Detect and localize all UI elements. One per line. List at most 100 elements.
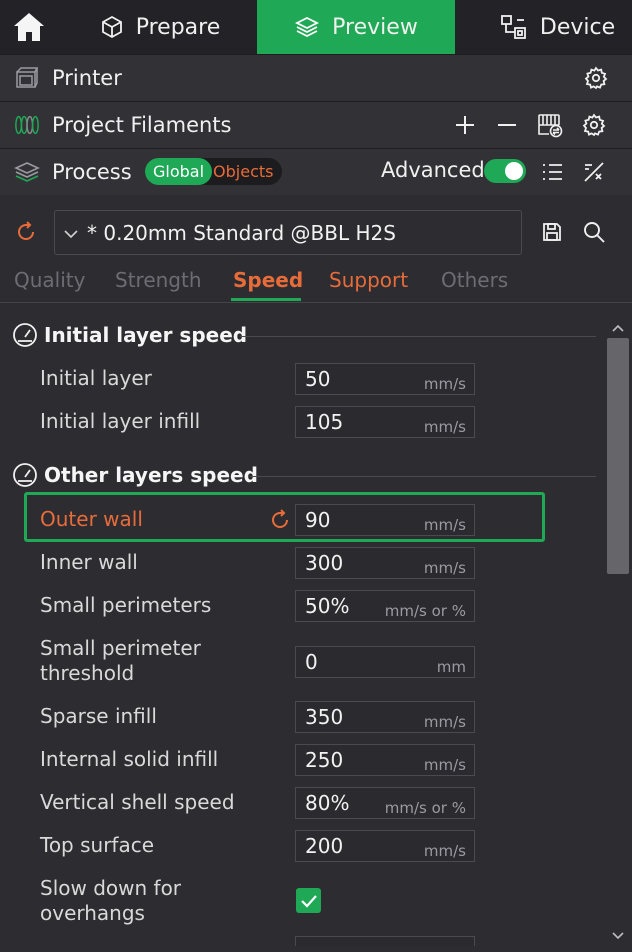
field-value: 300 (305, 551, 344, 575)
field-value: 250 (305, 748, 344, 772)
field-value: 50% (305, 594, 350, 618)
tab-quality[interactable]: Quality (14, 268, 85, 292)
initial-layer-speed-field[interactable]: 50 mm/s (295, 363, 475, 395)
filament-spool-icon (14, 114, 40, 136)
advanced-label: Advanced (381, 158, 485, 182)
field-unit: mm (436, 657, 466, 676)
add-filament-plus-icon[interactable] (449, 109, 481, 141)
row-label-initial-layer: Initial layer (40, 366, 152, 390)
small-perimeter-threshold-field[interactable]: 0 mm (295, 646, 475, 678)
vertical-shell-speed-field[interactable]: 80% mm/s or % (295, 787, 475, 819)
preset-name: * 0.20mm Standard @BBL H2S (87, 220, 396, 245)
preset-dropdown[interactable]: * 0.20mm Standard @BBL H2S (54, 210, 522, 255)
field-value: 90 (305, 508, 331, 532)
field-unit: mm/s (423, 558, 466, 577)
tab-speed[interactable]: Speed (233, 268, 303, 292)
row-label-slow-down-for-overhangs: Slow down for overhangs (40, 876, 181, 926)
label-line: Slow down for (40, 876, 182, 900)
speedometer-icon (12, 322, 38, 348)
outer-wall-speed-field[interactable]: 90 mm/s (295, 504, 475, 536)
filament-settings-gear-icon[interactable] (578, 109, 610, 141)
printer-settings-gear-icon[interactable] (580, 62, 612, 94)
device-icon (500, 14, 528, 40)
next-field-partial[interactable] (295, 936, 475, 946)
active-tab-underline (231, 298, 301, 301)
row-label-internal-solid-infill: Internal solid infill (40, 747, 219, 771)
search-icon[interactable] (578, 216, 610, 248)
tab-preview-label: Preview (332, 14, 418, 40)
row-label-vertical-shell-speed: Vertical shell speed (40, 790, 235, 814)
field-unit: mm/s (423, 374, 466, 393)
section-other-layers-speed: Other layers speed (12, 462, 258, 488)
row-label-top-surface: Top surface (40, 833, 155, 857)
field-value: 80% (305, 791, 350, 815)
tabs-divider (0, 302, 632, 303)
scope-objects-button[interactable]: Objects (212, 158, 281, 185)
process-layers-icon (14, 161, 40, 183)
top-surface-speed-field[interactable]: 200 mm/s (295, 830, 475, 862)
process-scope-switch: Global Objects (145, 158, 282, 185)
row-label-inner-wall: Inner wall (40, 550, 138, 574)
label-line: threshold (40, 661, 135, 685)
settings-tabs: Quality Strength Speed Support Others (0, 268, 632, 304)
top-navigation: Prepare Preview Device (0, 0, 632, 54)
save-preset-icon[interactable] (536, 216, 568, 248)
row-label-outer-wall: Outer wall (40, 507, 143, 531)
tab-prepare-label: Prepare (135, 14, 221, 40)
section-initial-layer-speed: Initial layer speed (12, 322, 247, 348)
small-perimeters-speed-field[interactable]: 50% mm/s or % (295, 590, 475, 622)
field-value: 50 (305, 367, 331, 391)
scroll-down-chevron-icon[interactable] (602, 920, 632, 952)
remove-filament-minus-icon[interactable] (491, 109, 523, 141)
section-rule (250, 476, 596, 477)
printer-icon (14, 67, 40, 89)
toggle-knob (505, 162, 523, 180)
home-icon[interactable] (12, 11, 46, 43)
row-label-small-perimeters: Small perimeters (40, 593, 212, 617)
layers-icon (294, 15, 320, 39)
tab-strength[interactable]: Strength (115, 268, 202, 292)
field-unit: mm/s or % (384, 798, 466, 817)
row-label-small-perimeter-threshold: Small perimeter threshold (40, 636, 201, 686)
printer-bar: Printer (0, 54, 632, 101)
field-value: 350 (305, 705, 344, 729)
tab-others[interactable]: Others (441, 268, 508, 292)
field-value: 105 (305, 410, 344, 434)
checkmark-icon (300, 894, 317, 908)
scope-global-button[interactable]: Global (145, 158, 213, 185)
filament-sync-icon[interactable] (534, 109, 566, 141)
slow-down-overhangs-checkbox[interactable] (296, 888, 321, 913)
cube-icon (100, 15, 124, 39)
section-rule (240, 336, 596, 337)
tab-prepare[interactable]: Prepare (90, 0, 230, 54)
section-title: Initial layer speed (44, 323, 248, 347)
field-unit: mm/s or % (384, 601, 466, 620)
tab-preview[interactable]: Preview (257, 0, 455, 54)
tab-device-label: Device (539, 14, 616, 40)
project-filaments-label: Project Filaments (52, 113, 232, 137)
field-unit: mm/s (423, 515, 466, 534)
initial-layer-infill-speed-field[interactable]: 105 mm/s (295, 406, 475, 438)
advanced-toggle[interactable] (484, 159, 526, 183)
field-unit: mm/s (423, 712, 466, 731)
sparse-infill-speed-field[interactable]: 350 mm/s (295, 701, 475, 733)
tab-support[interactable]: Support (329, 268, 408, 292)
reset-value-icon[interactable] (264, 504, 296, 536)
process-label: Process (52, 160, 132, 184)
tab-device[interactable]: Device (495, 0, 620, 54)
printer-label: Printer (52, 66, 122, 90)
inner-wall-speed-field[interactable]: 300 mm/s (295, 547, 475, 579)
project-filaments-bar: Project Filaments (0, 101, 632, 148)
scrollbar-thumb[interactable] (607, 338, 629, 574)
list-view-icon[interactable] (536, 156, 568, 188)
field-value: 200 (305, 834, 344, 858)
section-title: Other layers speed (44, 463, 258, 487)
internal-solid-infill-speed-field[interactable]: 250 mm/s (295, 744, 475, 776)
reset-preset-icon[interactable] (10, 216, 42, 248)
compare-icon[interactable] (578, 156, 610, 188)
row-label-initial-layer-infill: Initial layer infill (40, 409, 201, 433)
row-label-sparse-infill: Sparse infill (40, 704, 157, 728)
chevron-down-icon (63, 221, 79, 245)
label-line: overhangs (40, 901, 145, 925)
field-unit: mm/s (423, 417, 466, 436)
